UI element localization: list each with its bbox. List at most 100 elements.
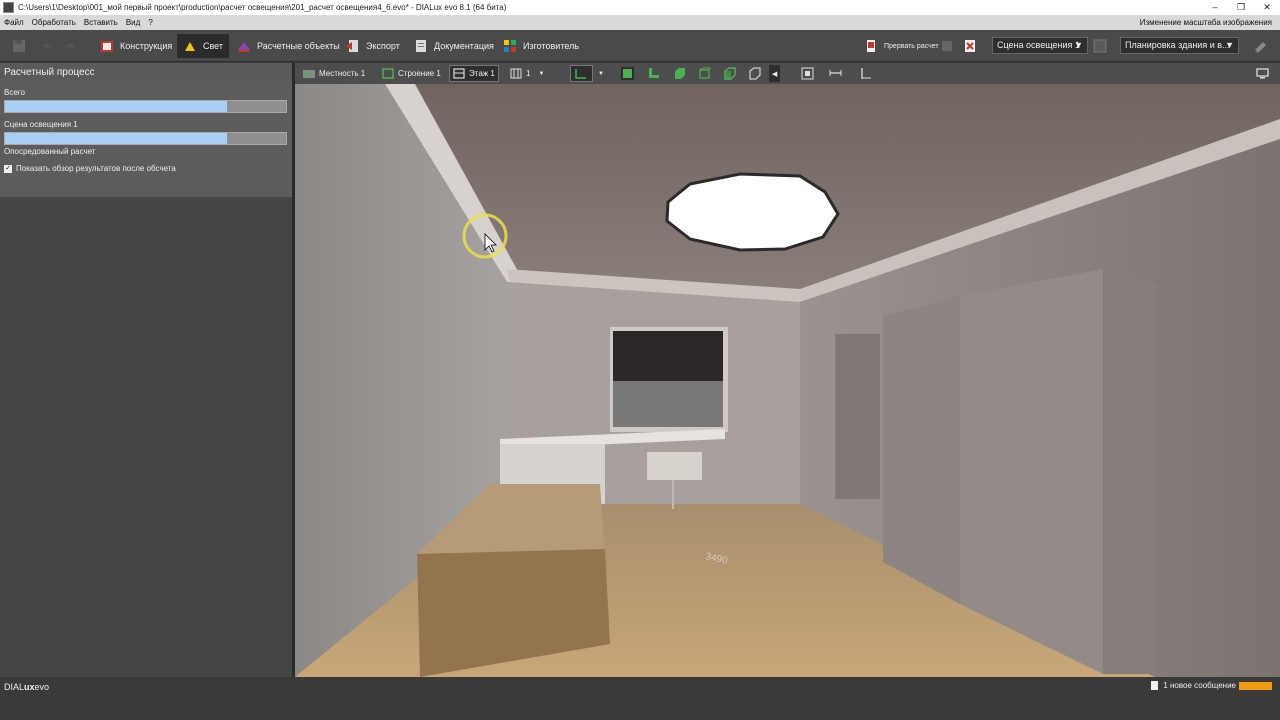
mode-documentation-button[interactable]: Документация xyxy=(408,34,500,58)
undo-icon[interactable] xyxy=(40,39,54,53)
restore-button[interactable]: ❐ xyxy=(1228,0,1254,15)
level-value: 1 xyxy=(526,69,531,78)
chevron-down-icon: ▼ xyxy=(538,70,545,77)
collapse-icon[interactable]: ◀ xyxy=(769,65,780,82)
building-button[interactable]: Строение 1 xyxy=(379,65,444,82)
dimension-icon[interactable] xyxy=(859,67,872,80)
total-progress-bar xyxy=(4,100,287,113)
window-lower xyxy=(613,381,723,427)
mode-calc-objects-button[interactable]: Расчетные объекты xyxy=(231,34,346,58)
view-cube-outline-icon[interactable] xyxy=(748,67,761,80)
window-title: C:\Users\1\Desktop\001_мой первый проект… xyxy=(18,3,507,12)
plan-view-icon xyxy=(575,69,586,79)
ceiling-lamp xyxy=(665,172,840,252)
3d-viewport[interactable]: 3490 xyxy=(295,84,1280,677)
view-2d-button[interactable] xyxy=(570,65,593,82)
mode-manufacturer-label: Изготовитель xyxy=(523,41,579,51)
level-select[interactable]: 1 ▼ xyxy=(507,65,547,82)
mode-construction-label: Конструкция xyxy=(120,41,173,51)
light-scene-select[interactable]: Сцена освещения 1 ▼ xyxy=(992,37,1088,54)
chevron-down-icon: ▼ xyxy=(1225,40,1234,50)
stop-calculation-icon xyxy=(867,40,875,52)
stop-calculation-label: Прервать расчет xyxy=(884,42,939,50)
calculation-panel: Расчетный процесс Всего Сцена освещения … xyxy=(0,63,292,677)
mode-construction-button[interactable]: Конструкция xyxy=(94,34,178,58)
redo-icon[interactable] xyxy=(64,39,78,53)
total-progress-fill xyxy=(5,101,227,112)
niche xyxy=(835,334,880,499)
lamp-icon xyxy=(185,42,195,51)
storey-label: Этаж 1 xyxy=(469,69,495,78)
show-results-checkbox[interactable]: ✓ Показать обзор результатов после обсче… xyxy=(4,164,288,173)
level-icon xyxy=(510,68,522,79)
eraser-icon[interactable] xyxy=(1253,39,1267,53)
view-cube-icon[interactable] xyxy=(723,67,736,80)
building-icon xyxy=(382,68,394,79)
checkbox-check-icon[interactable]: ✓ xyxy=(4,164,12,173)
menu-insert[interactable]: Вставить xyxy=(80,18,122,27)
mode-export-label: Экспорт xyxy=(366,41,400,51)
view-solid-icon[interactable] xyxy=(621,67,634,80)
show-results-label: Показать обзор результатов после обсчета xyxy=(16,164,176,173)
message-indicator[interactable] xyxy=(1239,682,1272,690)
zoom-change-link[interactable]: Изменение масштаба изображения xyxy=(1140,18,1272,27)
site-label: Местность 1 xyxy=(319,69,366,78)
mode-calc-objects-label: Расчетные объекты xyxy=(257,41,340,51)
documentation-icon xyxy=(416,40,426,52)
view-toolbar: Местность 1 Строение 1 Этаж 1 1 ▼ ▼ ◀ xyxy=(295,63,1280,84)
monitor-icon[interactable] xyxy=(1256,67,1269,80)
menu-file[interactable]: Файл xyxy=(0,18,28,27)
site-button[interactable]: Местность 1 xyxy=(300,65,368,82)
mode-light-button[interactable]: Свет xyxy=(177,34,230,58)
scene-progress-bar xyxy=(4,132,287,145)
light-scene-value: Сцена освещения 1 xyxy=(997,40,1080,50)
total-label: Всего xyxy=(4,88,25,97)
calculation-progress-section: Всего Сцена освещения 1 Опосредованный р… xyxy=(0,82,292,197)
mode-export-button[interactable]: Экспорт xyxy=(340,34,406,58)
new-message-label: 1 новое сообщение xyxy=(1163,681,1236,690)
wardrobe-door-2 xyxy=(960,269,1103,674)
status-bar: DIALuxevo 1 новое сообщение xyxy=(0,677,1280,720)
calc-objects-icon xyxy=(238,42,250,52)
view-box-icon[interactable] xyxy=(673,67,686,80)
scene-progress-fill xyxy=(5,133,227,144)
building-label: Строение 1 xyxy=(398,69,441,78)
menu-edit[interactable]: Обработать xyxy=(28,18,80,27)
manufacturer-icon xyxy=(504,40,516,52)
site-icon xyxy=(303,70,315,78)
minimize-button[interactable]: – xyxy=(1202,0,1228,15)
chevron-down-icon: ▼ xyxy=(1074,40,1083,50)
delete-results-icon[interactable] xyxy=(963,39,977,53)
panel-title: Расчетный процесс xyxy=(0,63,292,82)
building-layout-value: Планировка здания и в... xyxy=(1125,40,1230,50)
mode-manufacturer-button[interactable]: Изготовитель xyxy=(497,34,585,58)
close-button[interactable]: ✕ xyxy=(1254,0,1280,15)
stop-disabled-icon xyxy=(942,41,952,51)
message-icon xyxy=(1151,681,1159,690)
menu-view[interactable]: Вид xyxy=(122,18,144,27)
title-bar: C:\Users\1\Desktop\001_мой первый проект… xyxy=(0,0,1280,15)
chevron-down-icon[interactable]: ▼ xyxy=(595,65,607,82)
wardrobe-side xyxy=(1103,269,1157,674)
room-render: 3490 xyxy=(295,84,1280,677)
menu-help[interactable]: ? xyxy=(144,18,156,27)
measure-icon[interactable] xyxy=(829,67,842,80)
storey-icon xyxy=(453,68,465,79)
mode-light-label: Свет xyxy=(203,41,224,51)
view-wire-icon[interactable] xyxy=(698,67,711,80)
construction-icon xyxy=(101,41,113,52)
wardrobe-door-1 xyxy=(883,296,960,604)
brand-logo: DIALuxevo xyxy=(4,682,50,692)
scene-settings-icon[interactable] xyxy=(1093,39,1107,53)
save-icon[interactable] xyxy=(12,39,26,53)
indirect-calc-label: Опосредованный расчет xyxy=(4,147,96,156)
view-l-shape-icon[interactable] xyxy=(647,67,660,80)
scene-label: Сцена освещения 1 xyxy=(4,120,78,129)
building-layout-select[interactable]: Планировка здания и в... ▼ xyxy=(1120,37,1239,54)
zoom-extents-icon[interactable] xyxy=(801,67,814,80)
storey-button[interactable]: Этаж 1 xyxy=(449,65,499,82)
menu-bar: Файл Обработать Вставить Вид ? Изменение… xyxy=(0,15,1280,30)
stop-calculation-button[interactable]: Прервать расчет xyxy=(858,34,945,58)
new-message-notification[interactable]: 1 новое сообщение xyxy=(1151,681,1236,690)
chair-back xyxy=(647,452,702,480)
